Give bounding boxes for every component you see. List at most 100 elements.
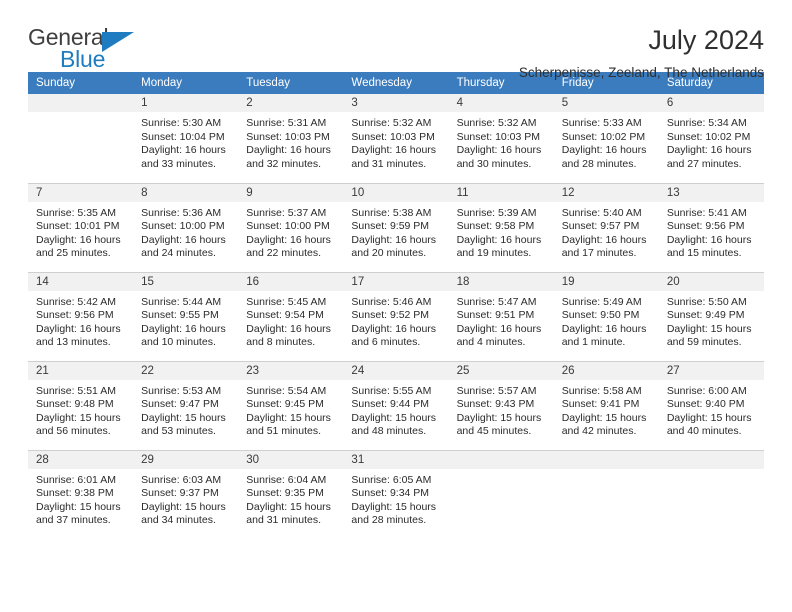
day-cell-inner: 15 Sunrise: 5:44 AM Sunset: 9:55 PM Dayligh… [133,272,239,361]
day-sun-info: Sunrise: 5:39 AM Sunset: 9:58 PM Daylight:… [449,202,554,261]
calendar-day-cell[interactable]: 1 Sunrise: 5:30 AM Sunset: 10:04 PM Dayligh… [133,94,239,183]
day-info-line: and 28 minutes. [561,157,637,170]
day-cell-inner: 7 Sunrise: 5:35 AM Sunset: 10:01 PM Dayligh… [28,183,134,272]
calendar-day-cell[interactable]: 6 Sunrise: 5:34 AM Sunset: 10:02 PM Dayligh… [658,94,764,183]
day-info-line: Sunrise: 6:00 AM [666,384,747,397]
calendar-table: Sunday Monday Tuesday Wednesday Thursday Frid… [28,72,764,539]
brand-logo[interactable]: General Blue [28,26,148,72]
day-sun-info: Sunrise: 5:37 AM Sunset: 10:00 PM Daylight… [238,202,343,261]
day-info-line: and 40 minutes. [666,425,742,438]
day-number: 28 [28,450,134,469]
day-sun-info: Sunrise: 6:03 AM Sunset: 9:37 PM Daylight:… [133,469,238,528]
calendar-day-cell[interactable]: 28 Sunrise: 6:01 AM Sunset: 9:38 PM Dayligh… [28,449,134,539]
calendar-empty-cell [448,449,554,539]
calendar-day-cell[interactable]: 8 Sunrise: 5:36 AM Sunset: 10:00 PM Dayligh… [133,182,239,272]
day-info-line: Sunset: 10:01 PM [36,220,120,233]
day-info-line: Daylight: 16 hours [246,233,331,246]
calendar-day-cell[interactable]: 3 Sunrise: 5:32 AM Sunset: 10:03 PM Dayligh… [343,94,449,183]
day-cell-inner: 11 Sunrise: 5:39 AM Sunset: 9:58 PM Dayligh… [448,183,554,272]
day-info-line: Sunset: 9:56 PM [36,309,114,322]
calendar-day-cell[interactable]: 22 Sunrise: 5:53 AM Sunset: 9:47 PM Dayligh… [133,360,239,450]
day-info-line: and 6 minutes. [351,336,421,349]
day-info-line: and 27 minutes. [666,157,742,170]
calendar-day-cell[interactable]: 24 Sunrise: 5:55 AM Sunset: 9:44 PM Dayligh… [343,360,449,450]
day-cell-inner [553,450,659,539]
calendar-day-cell[interactable]: 31 Sunrise: 6:05 AM Sunset: 9:34 PM Dayligh… [343,449,449,539]
calendar-day-cell[interactable]: 19 Sunrise: 5:49 AM Sunset: 9:50 PM Dayligh… [553,271,659,361]
calendar-day-cell[interactable]: 5 Sunrise: 5:33 AM Sunset: 10:02 PM Dayligh… [553,94,659,183]
calendar-day-cell[interactable]: 26 Sunrise: 5:58 AM Sunset: 9:41 PM Dayligh… [553,360,659,450]
day-number [658,450,764,469]
day-info-line: Sunrise: 5:39 AM [456,206,537,219]
day-sun-info: Sunrise: 5:38 AM Sunset: 9:59 PM Daylight:… [343,202,448,261]
day-number: 16 [238,272,344,291]
day-info-line: and 53 minutes. [141,425,216,438]
day-info-line: Sunset: 10:00 PM [246,220,330,233]
day-info-line: and 20 minutes. [351,247,427,260]
day-info-line: Daylight: 16 hours [141,322,226,335]
calendar-day-cell[interactable]: 7 Sunrise: 5:35 AM Sunset: 10:01 PM Dayligh… [28,182,134,272]
day-info-line: and 1 minute. [561,336,626,349]
calendar-day-cell[interactable]: 17 Sunrise: 5:46 AM Sunset: 9:52 PM Dayligh… [343,271,449,361]
day-cell-inner [448,450,554,539]
calendar-day-cell[interactable]: 4 Sunrise: 5:32 AM Sunset: 10:03 PM Dayligh… [448,94,554,183]
calendar-day-cell[interactable]: 11 Sunrise: 5:39 AM Sunset: 9:58 PM Dayligh… [448,182,554,272]
day-cell-inner: 3 Sunrise: 5:32 AM Sunset: 10:03 PM Dayligh… [343,94,449,182]
calendar-day-cell[interactable]: 27 Sunrise: 6:00 AM Sunset: 9:40 PM Dayligh… [658,360,764,450]
day-info-line: Sunrise: 5:50 AM [666,295,747,308]
day-cell-inner: 18 Sunrise: 5:47 AM Sunset: 9:51 PM Dayligh… [448,272,554,361]
day-number [553,450,659,469]
calendar-day-cell[interactable]: 16 Sunrise: 5:45 AM Sunset: 9:54 PM Dayligh… [238,271,344,361]
day-info-line: Sunset: 9:50 PM [561,309,640,322]
day-info-line: and 31 minutes. [351,157,427,170]
day-number: 23 [238,361,344,380]
day-info-line: Daylight: 16 hours [246,322,331,335]
page-title: July 2024 [648,25,764,55]
calendar-day-cell[interactable]: 13 Sunrise: 5:41 AM Sunset: 9:56 PM Dayligh… [658,182,764,272]
day-number: 20 [658,272,764,291]
day-info-line: Sunrise: 5:51 AM [36,384,116,397]
day-info-line: and 10 minutes. [141,336,216,349]
day-number: 18 [448,272,554,291]
calendar-day-cell[interactable]: 21 Sunrise: 5:51 AM Sunset: 9:48 PM Dayligh… [28,360,134,450]
calendar-day-cell[interactable]: 29 Sunrise: 6:03 AM Sunset: 9:37 PM Dayligh… [133,449,239,539]
day-info-line: Daylight: 15 hours [36,500,121,513]
day-sun-info: Sunrise: 5:34 AM Sunset: 10:02 PM Daylight… [659,112,764,171]
day-cell-inner: 16 Sunrise: 5:45 AM Sunset: 9:54 PM Dayligh… [238,272,344,361]
day-cell-inner: 2 Sunrise: 5:31 AM Sunset: 10:03 PM Dayligh… [238,94,344,182]
day-number: 8 [133,183,239,202]
day-sun-info: Sunrise: 5:36 AM Sunset: 10:00 PM Daylight… [133,202,238,261]
day-number: 15 [133,272,239,291]
day-info-line: Daylight: 16 hours [456,233,542,246]
day-info-line: Daylight: 16 hours [456,144,542,157]
calendar-body: 1 Sunrise: 5:30 AM Sunset: 10:04 PM Dayligh… [28,94,764,539]
day-info-line: Sunrise: 5:31 AM [246,117,327,129]
calendar-day-cell[interactable]: 25 Sunrise: 5:57 AM Sunset: 9:43 PM Dayligh… [448,360,554,450]
calendar-day-cell[interactable]: 14 Sunrise: 5:42 AM Sunset: 9:56 PM Dayligh… [28,271,134,361]
day-cell-inner: 12 Sunrise: 5:40 AM Sunset: 9:57 PM Dayligh… [553,183,659,272]
day-info-line: Sunset: 9:51 PM [456,309,535,322]
day-number: 2 [238,94,344,112]
calendar-day-cell[interactable]: 30 Sunrise: 6:04 AM Sunset: 9:35 PM Dayligh… [238,449,344,539]
page-header: General Blue July 2024 Scherpenisse, Zee… [28,0,764,79]
calendar-day-cell[interactable]: 2 Sunrise: 5:31 AM Sunset: 10:03 PM Dayligh… [238,94,344,183]
day-info-line: Sunrise: 5:42 AM [36,295,116,308]
calendar-day-cell[interactable]: 10 Sunrise: 5:38 AM Sunset: 9:59 PM Dayligh… [343,182,449,272]
calendar-day-cell[interactable]: 12 Sunrise: 5:40 AM Sunset: 9:57 PM Dayligh… [553,182,659,272]
day-number: 14 [28,272,134,291]
calendar-day-cell[interactable]: 23 Sunrise: 5:54 AM Sunset: 9:45 PM Dayligh… [238,360,344,450]
day-info-line: Daylight: 16 hours [456,322,542,335]
day-number: 5 [553,94,659,112]
day-info-line: Sunset: 9:44 PM [351,398,430,411]
day-info-line: Daylight: 16 hours [351,144,437,157]
day-sun-info: Sunrise: 5:53 AM Sunset: 9:47 PM Daylight:… [133,380,238,439]
day-number: 13 [658,183,764,202]
day-sun-info: Sunrise: 5:35 AM Sunset: 10:01 PM Daylight… [28,202,133,261]
day-info-line: Sunset: 9:56 PM [666,220,745,233]
calendar-day-cell[interactable]: 9 Sunrise: 5:37 AM Sunset: 10:00 PM Dayligh… [238,182,344,272]
calendar-day-cell[interactable]: 20 Sunrise: 5:50 AM Sunset: 9:49 PM Dayligh… [658,271,764,361]
calendar-day-cell[interactable]: 18 Sunrise: 5:47 AM Sunset: 9:51 PM Dayligh… [448,271,554,361]
day-info-line: Sunset: 9:48 PM [36,398,114,411]
day-number: 19 [553,272,659,291]
calendar-day-cell[interactable]: 15 Sunrise: 5:44 AM Sunset: 9:55 PM Dayligh… [133,271,239,361]
